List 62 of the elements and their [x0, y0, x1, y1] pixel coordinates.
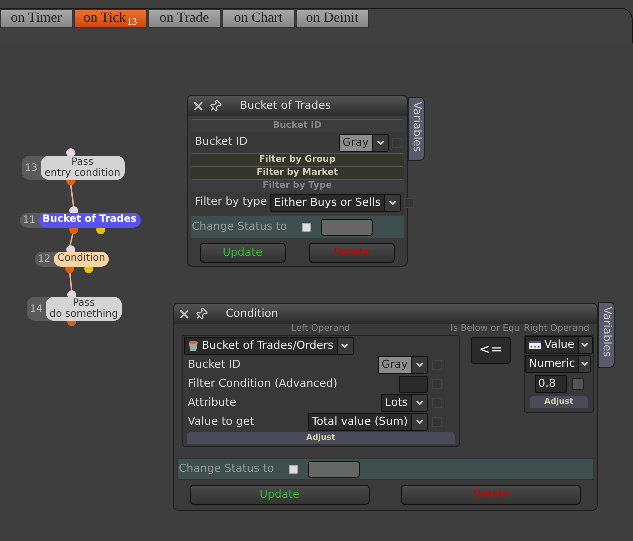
row-label: Bucket ID	[188, 356, 242, 373]
status-label: Change Status to	[179, 460, 276, 477]
flow-node[interactable]: 12 Condition	[35, 252, 110, 267]
row-label: Value to get	[188, 414, 256, 430]
dropdown[interactable]: Gray	[338, 134, 389, 152]
event-tab[interactable]: on Deinit	[296, 9, 369, 28]
event-tab[interactable]: on Tick$_{13}$	[74, 9, 147, 28]
input-field[interactable]	[399, 376, 428, 392]
connector-line	[69, 272, 73, 292]
dropdown[interactable]: Value	[525, 336, 593, 354]
node-label: Pass entry condition	[40, 156, 125, 180]
operand-caption: Right Operand	[524, 324, 590, 335]
update-button[interactable]: Update	[200, 243, 286, 263]
dropdown[interactable]: Either Buys or Sells	[270, 194, 401, 212]
adjust-button[interactable]: Adjust	[530, 396, 588, 408]
row-label: Attribute	[188, 394, 238, 411]
option-toggle[interactable]	[404, 198, 414, 208]
node-label: Bucket of Trades	[38, 213, 141, 228]
row-label: Filter Condition (Advanced)	[188, 376, 339, 392]
status-checkbox[interactable]	[302, 222, 311, 232]
window-title: Bucket of Trades	[240, 98, 332, 114]
status-checkbox[interactable]	[289, 464, 298, 474]
section-header[interactable]: Filter by Market	[191, 166, 404, 179]
event-tab[interactable]: on Chart	[222, 9, 295, 28]
operator-button[interactable]: <=	[471, 337, 511, 364]
bucket-icon	[188, 340, 199, 352]
close-icon[interactable]	[178, 308, 191, 320]
window-title: Condition	[226, 306, 278, 322]
dropdown[interactable]: Total value (Sum)	[308, 413, 428, 431]
adjust-button[interactable]: Adjust	[187, 432, 455, 444]
node-label: Pass do something	[46, 297, 122, 321]
row-label: Bucket ID	[194, 134, 249, 150]
section-header[interactable]: Filter by Type	[191, 179, 404, 192]
close-icon[interactable]	[192, 100, 205, 112]
variables-tab[interactable]: Variables	[598, 302, 615, 368]
event-tab[interactable]: on Timer	[0, 9, 73, 28]
connector-line	[70, 184, 75, 208]
dropdown[interactable]: Gray	[378, 356, 428, 374]
event-count: 13	[127, 16, 138, 28]
connector-line	[69, 234, 74, 248]
status-input[interactable]	[308, 460, 360, 478]
node-number: 11	[22, 214, 37, 228]
operator-caption: Is Below or Equ	[450, 324, 520, 335]
node-number: 14	[29, 302, 44, 316]
value-field[interactable]: 0.8	[534, 375, 566, 393]
flow-node[interactable]: 11 Bucket of Trades	[20, 213, 141, 228]
node-number: 12	[37, 253, 52, 267]
status-input[interactable]	[321, 218, 373, 236]
dropdown[interactable]: Numeric	[525, 355, 591, 373]
row-label: Filter by type	[194, 194, 268, 210]
node-label: Condition	[54, 252, 110, 267]
dropdown[interactable]: Bucket of Trades/Orders	[184, 337, 354, 355]
status-label: Change Status to	[192, 218, 288, 235]
node-number: 13	[24, 162, 39, 176]
variables-tab[interactable]: Variables	[408, 97, 425, 161]
dropdown[interactable]: Lots	[381, 394, 428, 412]
value-checkbox[interactable]	[572, 378, 584, 390]
event-tab[interactable]: on Trade	[148, 9, 221, 28]
operand-caption: Left Operand	[292, 324, 350, 335]
update-button[interactable]: Update	[190, 485, 370, 505]
value-icon	[529, 340, 542, 350]
section-header[interactable]: Filter by Group	[191, 153, 404, 166]
